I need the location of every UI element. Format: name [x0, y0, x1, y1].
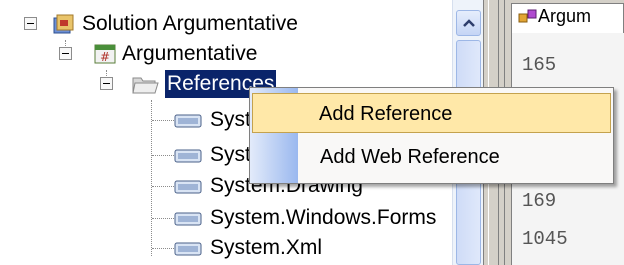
editor-tab-label: Argum [538, 6, 592, 26]
line-number: 169 [522, 190, 557, 212]
folder-icon [131, 72, 159, 101]
scroll-up-button[interactable] [456, 10, 481, 36]
solution-icon [51, 12, 75, 41]
svg-text:#: # [100, 50, 110, 64]
ide-window: Solution Argumentative # Argumentative R… [0, 0, 624, 265]
tree-node-label: Argumentative [122, 42, 258, 65]
reference-icon [174, 148, 202, 169]
menu-item-label: Add Web Reference [320, 146, 500, 168]
line-number: 165 [522, 54, 557, 76]
tree-node-project[interactable]: # Argumentative [0, 40, 452, 68]
tree-node-label: System.Windows.Forms [210, 206, 437, 229]
csharp-project-icon: # [93, 42, 117, 71]
reference-icon [174, 113, 202, 134]
tree-node-label: System.Xml [210, 236, 323, 259]
collapse-icon[interactable] [24, 17, 37, 30]
collapse-icon[interactable] [100, 77, 113, 90]
tree-node-label: Solution Argumentative [82, 12, 298, 35]
class-diagram-icon [518, 8, 538, 31]
chevron-up-icon [463, 19, 475, 27]
line-number: 1045 [522, 228, 568, 250]
collapse-icon[interactable] [59, 47, 72, 60]
context-menu: Add Reference Add Web Reference [249, 87, 614, 184]
reference-icon [174, 179, 202, 200]
reference-icon [174, 241, 202, 262]
editor-tab[interactable]: Argum [511, 3, 624, 33]
reference-icon [174, 211, 202, 232]
tree-node-reference[interactable]: System.Xml [0, 234, 452, 262]
menu-item-add-web-reference[interactable]: Add Web Reference [252, 137, 611, 177]
tree-node-reference[interactable]: System.Windows.Forms [0, 204, 452, 232]
tree-node-solution[interactable]: Solution Argumentative [0, 10, 452, 38]
menu-item-label: Add Reference [319, 103, 453, 125]
menu-item-add-reference[interactable]: Add Reference [252, 93, 611, 133]
